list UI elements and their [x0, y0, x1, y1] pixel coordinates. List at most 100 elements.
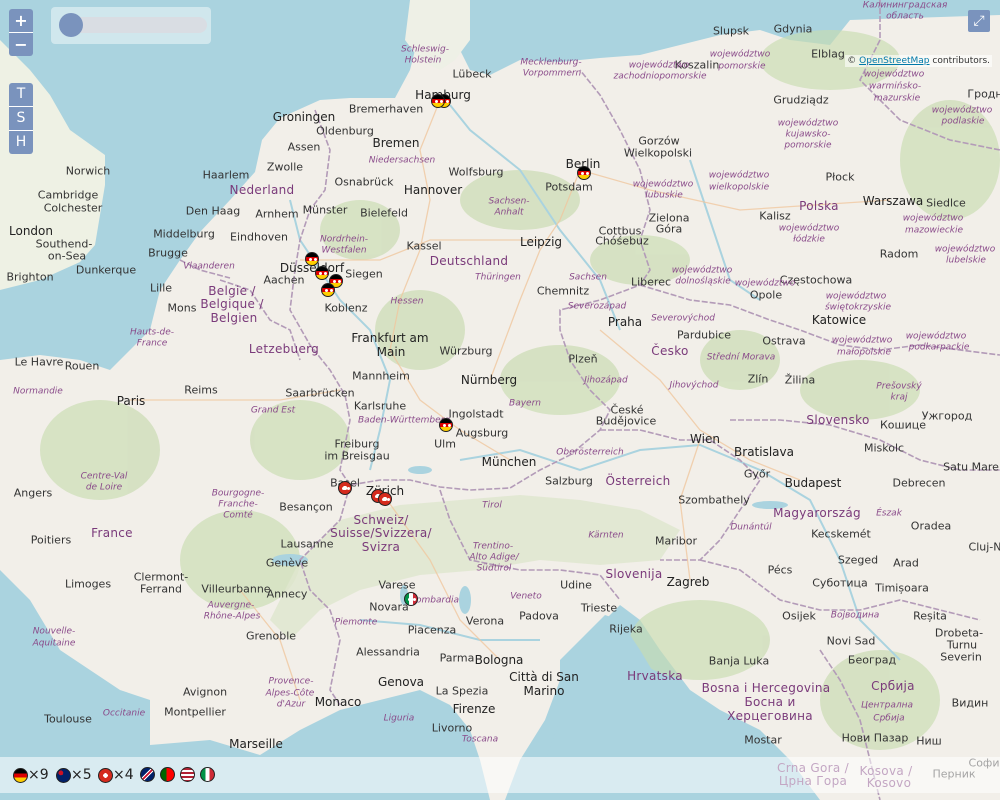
legend-italy[interactable] — [200, 767, 215, 782]
region-label: Normandie — [13, 386, 63, 397]
legend-germany[interactable]: ×9 — [13, 767, 49, 783]
marker-bonn-2-icon[interactable] — [321, 283, 335, 297]
region-label: Nouvelle- — [32, 626, 76, 637]
country-label: Belgique / — [200, 297, 264, 311]
city-label: Budějovice — [595, 414, 657, 428]
city-label: Pécs — [767, 563, 793, 577]
city-label: Limoges — [64, 577, 112, 591]
city-label: Münster — [302, 203, 348, 217]
city-label: Płock — [825, 170, 855, 184]
region-label: Mecklenburg- — [520, 57, 582, 68]
city-label: Firenze — [452, 702, 496, 716]
legend-switzerland[interactable]: ×4 — [98, 767, 134, 783]
region-label: wielkopolskie — [708, 182, 770, 193]
eye-icon — [408, 598, 411, 601]
region-label: Prešovský — [876, 381, 922, 392]
legend-usa-flag-icon — [180, 767, 195, 782]
region-label: Србија — [873, 713, 905, 724]
zoom-out-button[interactable]: − — [9, 32, 33, 56]
legend-bar: ×9 ×5 ×4 — [0, 757, 1000, 793]
legend-usa[interactable] — [180, 767, 195, 782]
map-canvas[interactable]: Nederland Belgie / Belgique / Belgien Letzeb… — [0, 0, 1000, 800]
region-label: Schleswig- — [401, 44, 449, 55]
map-attribution: © OpenStreetMap contributors. — [845, 55, 992, 67]
layer-h-button[interactable]: H — [9, 130, 33, 154]
marker-berlin-icon[interactable] — [577, 166, 591, 180]
region-label: Tirol — [482, 500, 502, 511]
region-label: kujawsko- — [785, 129, 831, 140]
zoom-in-button[interactable]: + — [9, 9, 33, 32]
legend-portugal-flag-icon — [160, 767, 175, 782]
marker-basel-icon[interactable] — [338, 481, 352, 495]
region-label: Bourgogne- — [211, 488, 265, 499]
city-label: Main — [376, 345, 406, 359]
legend-portugal[interactable] — [160, 767, 175, 782]
time-slider-track[interactable] — [62, 17, 207, 33]
city-label: Rouen — [64, 359, 100, 373]
city-label: Bielefeld — [360, 206, 408, 220]
layer-t-button[interactable]: T — [9, 83, 33, 106]
region-label: France — [136, 338, 168, 349]
eye-icon — [309, 258, 312, 261]
city-label: Lausanne — [280, 537, 334, 551]
city-label: Szombathely — [678, 493, 750, 507]
region-label: podlaskie — [941, 116, 985, 127]
region-label: Střední Morava — [706, 352, 776, 363]
region-label: podkarpackie — [908, 342, 970, 353]
region-label: łódzkie — [793, 234, 825, 245]
region-label: województwo — [825, 291, 887, 302]
country-label: France — [91, 526, 133, 540]
region-label: Észak — [876, 508, 902, 519]
region-label: Liguria — [383, 713, 415, 724]
city-label: Montpellier — [164, 705, 226, 719]
city-label: Satu Mare — [943, 460, 999, 474]
marker-cologne-icon[interactable] — [315, 266, 329, 280]
city-label: Banja Luka — [708, 654, 770, 668]
city-label: Trieste — [580, 601, 618, 615]
fullscreen-button[interactable]: ⤢ — [968, 10, 990, 32]
city-label: London — [9, 224, 53, 238]
layer-s-button[interactable]: S — [9, 106, 33, 130]
city-label: Saarbrücken — [285, 386, 355, 400]
zoom-control: + − — [9, 9, 33, 56]
city-label: Ulm — [434, 437, 456, 451]
country-label: Österreich — [605, 474, 671, 488]
region-label: Rhône-Alpes — [203, 611, 261, 622]
city-label: Plzeň — [568, 352, 598, 366]
region-label: Jihozápad — [584, 375, 628, 386]
eye-icon — [382, 498, 385, 501]
city-label: Kalisz — [759, 209, 791, 223]
legend-count: ×9 — [28, 767, 49, 783]
city-label: Katowice — [811, 313, 867, 327]
legend-australia-flag-icon — [56, 767, 71, 783]
city-label: Verona — [465, 614, 505, 628]
marker-duesseldorf-icon[interactable] — [305, 252, 319, 266]
city-label: Warszawa — [862, 194, 924, 208]
city-label: Cluj-N — [968, 540, 1000, 554]
marker-zurich-2-icon[interactable] — [378, 492, 392, 506]
country-label: Nederland — [229, 183, 295, 197]
legend-australia[interactable]: ×5 — [56, 767, 92, 783]
city-label: Avignon — [182, 685, 228, 699]
marker-hamburg-2-icon[interactable] — [431, 94, 445, 108]
openstreetmap-link[interactable]: OpenStreetMap — [859, 56, 929, 66]
region-label: Alpes-Côte — [265, 688, 315, 699]
region-label: województwo — [905, 331, 967, 342]
region-label: pomorskie — [784, 140, 832, 151]
city-label: Potsdam — [545, 180, 593, 194]
region-label: Trentino- — [472, 541, 514, 552]
region-label: świętokrzyskie — [824, 302, 892, 313]
city-label: Bremen — [372, 136, 420, 150]
country-label: Херцеговина — [727, 709, 813, 723]
city-label: Ingolstadt — [448, 407, 504, 421]
marker-milan-icon[interactable] — [404, 592, 418, 606]
eye-icon — [443, 424, 446, 427]
city-label: Toulouse — [44, 712, 92, 726]
city-label: Nürnberg — [460, 373, 518, 387]
legend-uk-tophat[interactable] — [140, 767, 155, 782]
marker-ulm-icon[interactable] — [439, 418, 453, 432]
city-label: Piacenza — [407, 623, 457, 637]
city-label: Mostar — [744, 733, 782, 747]
time-slider-thumb[interactable] — [59, 13, 83, 37]
legend-switzerland-flag-icon — [98, 767, 113, 783]
